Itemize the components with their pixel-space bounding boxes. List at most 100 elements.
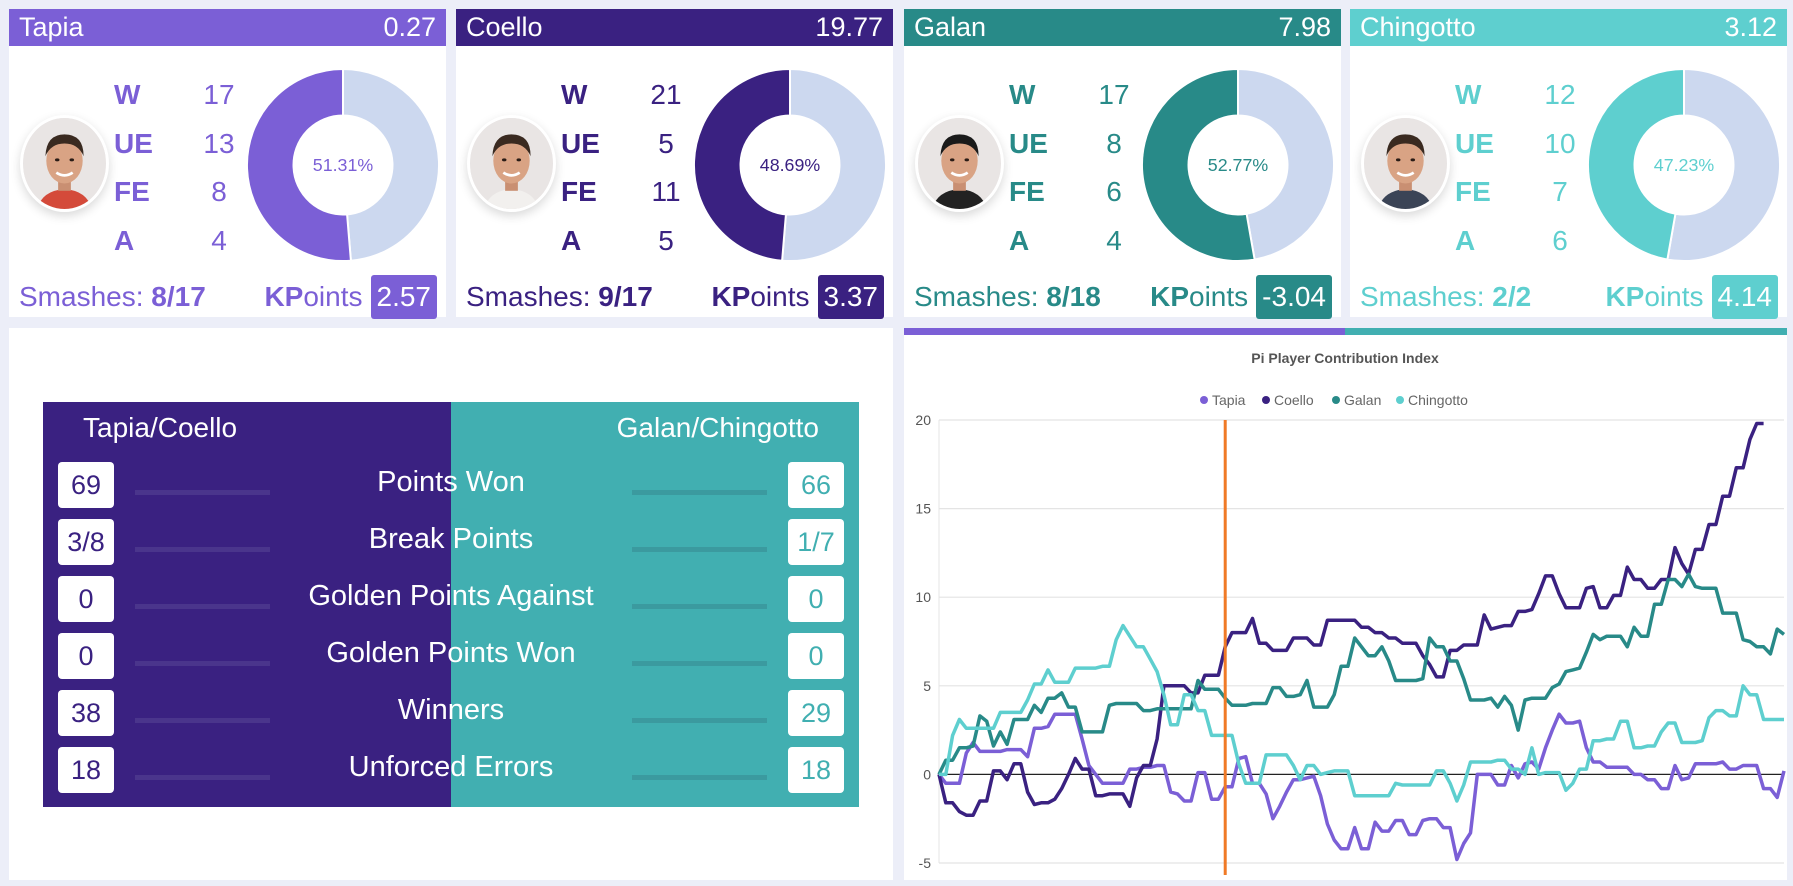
player-card-header: Coello 19.77 bbox=[456, 9, 893, 46]
kpoints-label-k: KP bbox=[1150, 281, 1190, 312]
stat-value: 10 bbox=[1544, 127, 1576, 159]
stat-label: FE bbox=[1009, 176, 1045, 208]
y-tick-label: 20 bbox=[915, 412, 931, 428]
win-percentage-donut: 47.23% bbox=[1587, 67, 1781, 263]
stat-row-fe: FE 8 bbox=[114, 168, 244, 217]
stat-label: A bbox=[561, 224, 582, 256]
right-bar-track bbox=[632, 775, 767, 780]
right-team-value: 0 bbox=[788, 633, 844, 679]
right-bar-track bbox=[632, 490, 767, 495]
kpoints-label-rest: oints bbox=[750, 281, 810, 312]
stat-label: A bbox=[1009, 224, 1030, 256]
stat-value: 5 bbox=[658, 127, 674, 159]
kpoints-badge: 4.14 bbox=[1711, 275, 1778, 319]
smashes-value: 9/17 bbox=[598, 281, 653, 312]
player-name: Coello bbox=[466, 12, 543, 42]
player-card: Coello 19.77 W 21 UE 5 FE 11 A 5 48.69% … bbox=[456, 9, 893, 320]
stat-row-w: W 21 bbox=[561, 71, 691, 120]
player-score: 3.12 bbox=[1724, 12, 1777, 42]
player-name: Chingotto bbox=[1360, 12, 1476, 42]
kpoints-label-k: KP bbox=[1605, 281, 1645, 312]
donut-percentage-label: 51.31% bbox=[313, 155, 374, 175]
legend-label: Coello bbox=[1274, 392, 1314, 408]
series-line-tapia bbox=[937, 712, 1786, 862]
team-comparison-panel: Tapia/Coello Galan/Chingotto 69 Points W… bbox=[9, 328, 893, 880]
line-chart: Pi Player Contribution Index Tapia Coello G… bbox=[915, 350, 1786, 875]
kpoints-label-k: KP bbox=[264, 281, 304, 312]
player-photo-icon bbox=[23, 118, 106, 209]
legend-label: Galan bbox=[1344, 392, 1381, 408]
kpoints-label-rest: oints bbox=[1189, 281, 1249, 312]
right-team-value: 1/7 bbox=[788, 519, 844, 565]
smashes-label: Smashes: bbox=[19, 281, 144, 312]
stat-label: UE bbox=[1455, 127, 1494, 159]
player-card-header: Chingotto 3.12 bbox=[1350, 9, 1787, 46]
stat-row-fe: FE 7 bbox=[1455, 168, 1585, 217]
stat-row-a: A 4 bbox=[1009, 217, 1139, 266]
smashes-label: Smashes: bbox=[466, 281, 591, 312]
player-card: Tapia 0.27 W 17 UE 13 FE 8 A 4 51.31% Sm… bbox=[9, 9, 446, 319]
kpoints-info: KP oints 4.14 bbox=[1605, 275, 1778, 319]
stat-row-fe: FE 11 bbox=[561, 168, 691, 217]
y-tick-label: 10 bbox=[915, 589, 931, 605]
stat-row-a: A 6 bbox=[1455, 217, 1585, 266]
kpoints-badge: -3.04 bbox=[1256, 275, 1332, 319]
stat-label: A bbox=[114, 224, 135, 256]
kpoints-badge: 2.57 bbox=[370, 275, 437, 319]
stat-label: W bbox=[114, 79, 141, 111]
stat-row-ue: UE 8 bbox=[1009, 120, 1139, 169]
kpoints-label-rest: oints bbox=[1644, 281, 1704, 312]
stat-label: UE bbox=[1009, 127, 1048, 159]
legend-marker bbox=[1200, 396, 1208, 404]
kpoints-info: KP oints 2.57 bbox=[264, 275, 437, 319]
player-name: Galan bbox=[914, 12, 987, 42]
stat-row-ue: UE 5 bbox=[561, 120, 691, 169]
right-team-value: 66 bbox=[788, 462, 844, 508]
stat-value: 4 bbox=[1106, 224, 1122, 256]
series-line-galan bbox=[937, 572, 1786, 776]
player-photo-icon bbox=[470, 118, 553, 209]
player-avatar bbox=[915, 115, 1004, 212]
smashes-label: Smashes: bbox=[1360, 281, 1485, 312]
player-photo-icon bbox=[1364, 118, 1447, 209]
player-avatar bbox=[1361, 115, 1450, 212]
comparison-row: 38 Winners 29 bbox=[58, 690, 844, 736]
donut-percentage-label: 47.23% bbox=[1654, 155, 1715, 175]
stat-value: 21 bbox=[650, 79, 682, 111]
smashes-value: 8/18 bbox=[1046, 281, 1101, 312]
donut-percentage-label: 52.77% bbox=[1208, 155, 1269, 175]
smashes-info: Smashes: 8/18 bbox=[914, 281, 1101, 313]
stat-value: 7 bbox=[1552, 176, 1568, 208]
stat-row-a: A 5 bbox=[561, 217, 691, 266]
player-avatar bbox=[467, 115, 556, 212]
series-line-coello bbox=[937, 421, 1764, 817]
stat-value: 4 bbox=[211, 224, 227, 256]
right-team-value: 0 bbox=[788, 576, 844, 622]
legend-label: Tapia bbox=[1212, 392, 1246, 408]
stat-value: 8 bbox=[211, 176, 227, 208]
stat-label: A bbox=[1455, 224, 1476, 256]
stat-label: UE bbox=[114, 127, 153, 159]
stat-row-w: W 17 bbox=[114, 71, 244, 120]
kpoints-label-rest: oints bbox=[303, 281, 363, 312]
player-stats: W 21 UE 5 FE 11 A 5 bbox=[561, 71, 691, 265]
contribution-chart-panel: Pi Player Contribution Index Tapia Coello G… bbox=[904, 328, 1787, 880]
player-score: 0.27 bbox=[383, 12, 436, 42]
kpoints-info: KP oints -3.04 bbox=[1150, 275, 1332, 319]
player-score: 7.98 bbox=[1278, 12, 1331, 42]
stat-value: 5 bbox=[658, 224, 674, 256]
y-tick-label: 0 bbox=[923, 766, 931, 782]
smashes-label: Smashes: bbox=[914, 281, 1039, 312]
comparison-row: 0 Golden Points Against 0 bbox=[58, 576, 844, 622]
player-card-header: Tapia 0.27 bbox=[9, 9, 446, 46]
chart-title: Pi Player Contribution Index bbox=[1251, 350, 1439, 366]
smashes-value: 8/17 bbox=[151, 281, 206, 312]
player-stats: W 17 UE 13 FE 8 A 4 bbox=[114, 71, 244, 265]
comparison-row: 69 Points Won 66 bbox=[58, 462, 844, 508]
stat-label: FE bbox=[1455, 176, 1491, 208]
y-tick-label: 5 bbox=[923, 678, 931, 694]
player-card-footer: Smashes: 9/17 KP oints 3.37 bbox=[466, 274, 884, 320]
kpoints-label-k: KP bbox=[711, 281, 751, 312]
stat-row-fe: FE 6 bbox=[1009, 168, 1139, 217]
stat-row-w: W 17 bbox=[1009, 71, 1139, 120]
